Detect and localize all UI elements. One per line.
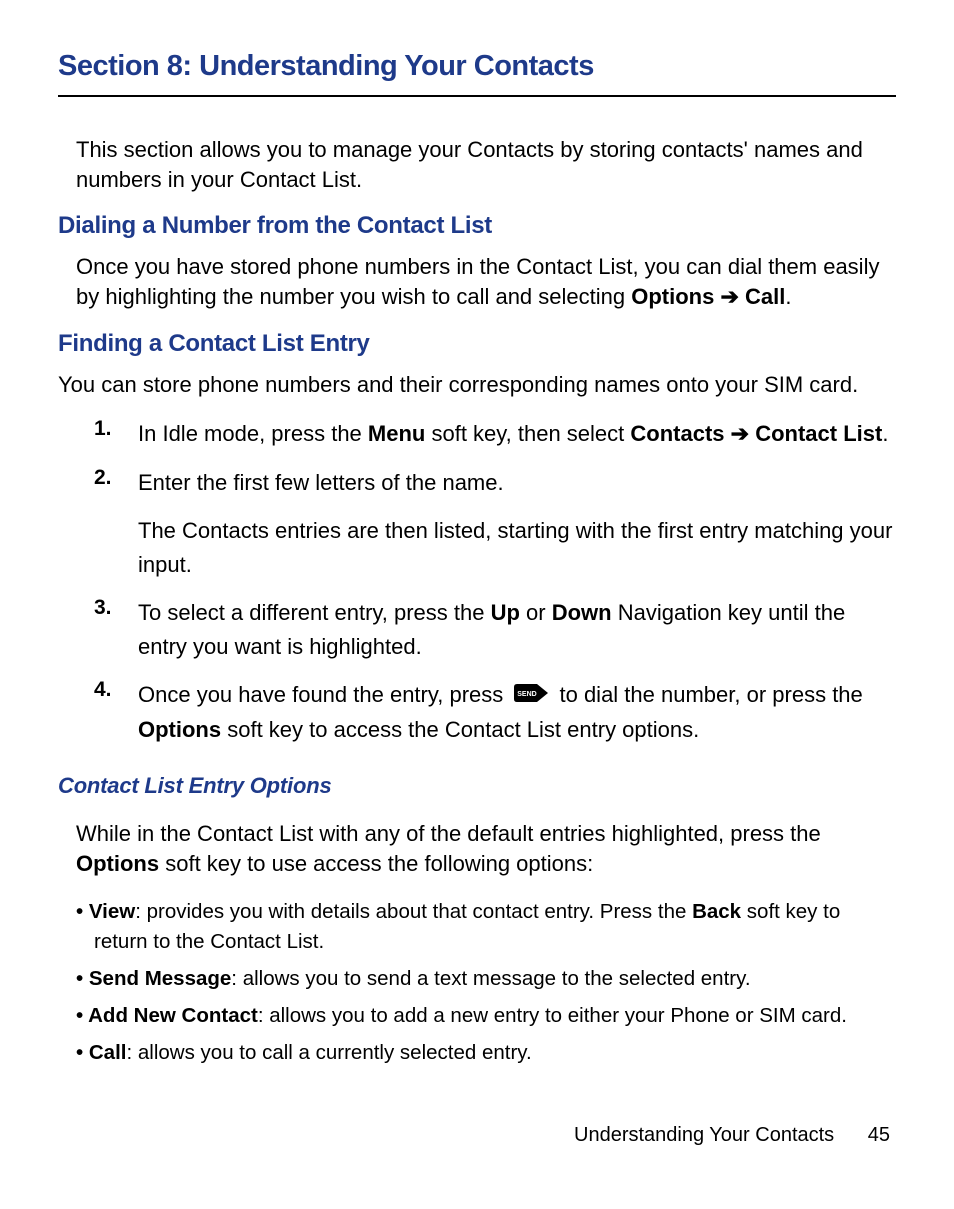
options-intro-post: soft key to use access the following opt… bbox=[159, 851, 593, 876]
step-number: 4. bbox=[94, 678, 138, 747]
option-call: Call: allows you to call a currently sel… bbox=[76, 1038, 896, 1069]
step-number: 3. bbox=[94, 596, 138, 664]
section-intro: This section allows you to manage your C… bbox=[76, 135, 896, 194]
option-text: : allows you to add a new entry to eithe… bbox=[258, 1004, 847, 1027]
step3-mid1: or bbox=[520, 600, 552, 625]
footer-title: Understanding Your Contacts bbox=[574, 1124, 834, 1146]
options-label: Options bbox=[631, 284, 714, 309]
step2-text: Enter the first few letters of the name. bbox=[138, 470, 504, 495]
down-label: Down bbox=[552, 600, 612, 625]
option-add-new-contact: Add New Contact: allows you to add a new… bbox=[76, 1001, 896, 1032]
section-heading: Section 8: Understanding Your Contacts bbox=[58, 50, 896, 97]
option-label: Add New Contact bbox=[88, 1004, 258, 1027]
finding-steps: 1. In Idle mode, press the Menu soft key… bbox=[94, 417, 896, 747]
step4-post: soft key to access the Contact List entr… bbox=[221, 717, 699, 742]
step-content: To select a different entry, press the U… bbox=[138, 596, 896, 664]
page-footer: Understanding Your Contacts 45 bbox=[58, 1124, 896, 1147]
option-label: Call bbox=[89, 1041, 127, 1064]
step-number: 1. bbox=[94, 417, 138, 451]
options-heading: Contact List Entry Options bbox=[58, 773, 896, 799]
step1-mid: soft key, then select bbox=[425, 421, 630, 446]
up-label: Up bbox=[491, 600, 520, 625]
svg-text:SEND: SEND bbox=[518, 691, 537, 698]
step-3: 3. To select a different entry, press th… bbox=[94, 596, 896, 664]
period: . bbox=[785, 284, 791, 309]
step-content: Once you have found the entry, press SEN… bbox=[138, 678, 896, 747]
options-intro-pre: While in the Contact List with any of th… bbox=[76, 821, 821, 846]
option-send-message: Send Message: allows you to send a text … bbox=[76, 964, 896, 995]
option-label: Send Message bbox=[89, 967, 231, 990]
options-label: Options bbox=[138, 717, 221, 742]
step1-pre: In Idle mode, press the bbox=[138, 421, 368, 446]
option-text: : provides you with details about that c… bbox=[135, 900, 692, 923]
dialing-heading: Dialing a Number from the Contact List bbox=[58, 212, 896, 240]
option-view: View: provides you with details about th… bbox=[76, 897, 896, 959]
option-text: : allows you to send a text message to t… bbox=[231, 967, 750, 990]
step1-post: . bbox=[882, 421, 888, 446]
step-content: In Idle mode, press the Menu soft key, t… bbox=[138, 417, 896, 451]
call-label: Call bbox=[745, 284, 785, 309]
menu-label: Menu bbox=[368, 421, 425, 446]
option-label: View bbox=[89, 900, 135, 923]
arrow-icon: ➔ bbox=[725, 421, 756, 446]
options-intro: While in the Contact List with any of th… bbox=[76, 819, 896, 878]
step-1: 1. In Idle mode, press the Menu soft key… bbox=[94, 417, 896, 451]
back-label: Back bbox=[692, 900, 741, 923]
step-2: 2. Enter the first few letters of the na… bbox=[94, 466, 896, 582]
step-4: 4. Once you have found the entry, press … bbox=[94, 678, 896, 747]
send-icon: SEND bbox=[513, 679, 549, 713]
dialing-body: Once you have stored phone numbers in th… bbox=[76, 252, 896, 311]
step-number: 2. bbox=[94, 466, 138, 582]
option-text: : allows you to call a currently selecte… bbox=[126, 1041, 531, 1064]
step-content: Enter the first few letters of the name.… bbox=[138, 466, 896, 582]
step4-mid: to dial the number, or press the bbox=[553, 682, 862, 707]
options-label: Options bbox=[76, 851, 159, 876]
arrow-icon: ➔ bbox=[714, 284, 745, 309]
finding-heading: Finding a Contact List Entry bbox=[58, 330, 896, 358]
step2-sub: The Contacts entries are then listed, st… bbox=[138, 514, 896, 582]
step4-pre: Once you have found the entry, press bbox=[138, 682, 509, 707]
page-number: 45 bbox=[868, 1124, 890, 1146]
options-list: View: provides you with details about th… bbox=[76, 897, 896, 1069]
contacts-label: Contacts bbox=[630, 421, 724, 446]
contact-list-label: Contact List bbox=[755, 421, 882, 446]
finding-intro: You can store phone numbers and their co… bbox=[58, 370, 896, 400]
step3-pre: To select a different entry, press the bbox=[138, 600, 491, 625]
